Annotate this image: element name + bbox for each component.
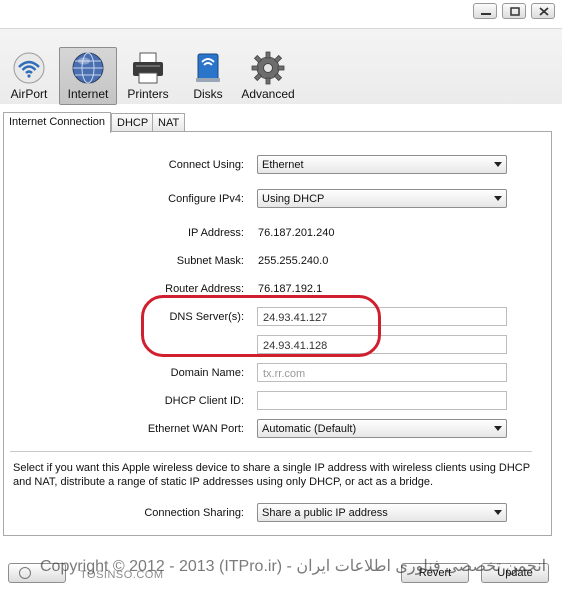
configure-ipv4-label: Configure IPv4: (168, 193, 244, 205)
close-button[interactable] (531, 3, 555, 19)
domain-name-input[interactable] (257, 363, 507, 382)
connection-sharing-select[interactable]: Share a public IP address (257, 503, 507, 522)
toolbar-disks[interactable]: Disks (179, 47, 237, 105)
dns-server-secondary-input[interactable] (257, 335, 507, 354)
dhcp-client-id-input[interactable] (257, 391, 507, 410)
chevron-down-icon (494, 162, 502, 167)
connect-using-select[interactable]: Ethernet (257, 155, 507, 174)
maximize-button[interactable] (502, 3, 526, 19)
toolbar-printers[interactable]: Printers (119, 47, 177, 105)
tab-nat[interactable]: NAT (152, 113, 186, 132)
section-divider (10, 451, 532, 452)
site-watermark: TOSINSO.COM (80, 569, 164, 581)
connect-using-label: Connect Using: (168, 159, 244, 171)
connect-using-value: Ethernet (262, 159, 304, 171)
minimize-button[interactable] (473, 3, 497, 19)
help-icon (19, 567, 31, 579)
ethernet-wan-port-select[interactable]: Automatic (Default) (257, 419, 507, 438)
connection-sharing-value: Share a public IP address (262, 507, 388, 519)
toolbar-internet[interactable]: Internet (59, 47, 117, 105)
subnet-mask-value: 255.255.240.0 (258, 255, 329, 267)
connection-sharing-description: Select if you want this Apple wireless d… (13, 462, 530, 488)
ethernet-wan-port-label: Ethernet WAN Port: (147, 423, 244, 435)
toolbar-advanced[interactable]: Advanced (239, 47, 297, 105)
toolbar: AirPort Internet Printers Disks Advanced (0, 28, 562, 105)
toolbar-advanced-label: Advanced (241, 87, 295, 101)
toolbar-airport-label: AirPort (10, 87, 48, 101)
disk-drive-icon (196, 53, 220, 82)
internet-globe-icon (72, 52, 104, 84)
window-titlebar (0, 0, 562, 28)
ethernet-wan-port-value: Automatic (Default) (262, 423, 357, 435)
router-address-value: 76.187.192.1 (258, 283, 323, 295)
toolbar-printers-label: Printers (127, 87, 169, 101)
close-icon (539, 7, 549, 16)
minimize-icon (481, 13, 491, 15)
ip-address-label: IP Address: (187, 227, 244, 239)
domain-name-label: Domain Name: (170, 367, 244, 379)
subnet-mask-label: Subnet Mask: (176, 255, 244, 267)
dns-servers-label: DNS Server(s): (169, 311, 244, 323)
dns-server-primary-input[interactable] (257, 307, 507, 326)
airport-wifi-icon (13, 52, 45, 84)
toolbar-disks-label: Disks (193, 87, 223, 101)
printer-icon (133, 52, 163, 84)
dhcp-client-id-label: DHCP Client ID: (164, 395, 244, 407)
toolbar-airport[interactable]: AirPort (0, 47, 58, 105)
tab-internet-connection[interactable]: Internet Connection (3, 112, 112, 133)
tab-strip: Internet Connection DHCP NAT (0, 112, 562, 133)
connection-sharing-label: Connection Sharing: (144, 507, 244, 519)
configure-ipv4-value: Using DHCP (262, 193, 325, 205)
configure-ipv4-select[interactable]: Using DHCP (257, 189, 507, 208)
tab-dhcp[interactable]: DHCP (111, 113, 155, 132)
router-address-label: Router Address: (165, 283, 244, 295)
ip-address-value: 76.187.201.240 (258, 227, 335, 239)
chevron-down-icon (494, 196, 502, 201)
chevron-down-icon (494, 510, 502, 515)
gear-icon (251, 51, 285, 85)
maximize-icon (510, 7, 520, 16)
toolbar-internet-label: Internet (67, 87, 109, 101)
chevron-down-icon (494, 426, 502, 431)
